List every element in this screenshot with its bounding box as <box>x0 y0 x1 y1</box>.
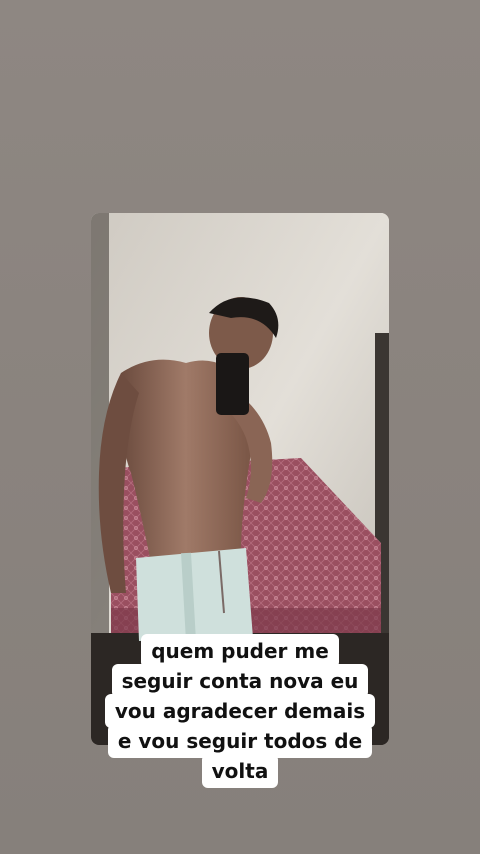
caption-line: vou agradecer demais <box>104 694 376 728</box>
story-caption: quem puder me seguir conta nova eu vou a… <box>0 634 480 788</box>
caption-line: quem puder me <box>141 634 339 668</box>
caption-line: e vou seguir todos de <box>107 724 373 758</box>
caption-line: seguir conta nova eu <box>111 664 369 698</box>
caption-line: volta <box>201 754 279 788</box>
